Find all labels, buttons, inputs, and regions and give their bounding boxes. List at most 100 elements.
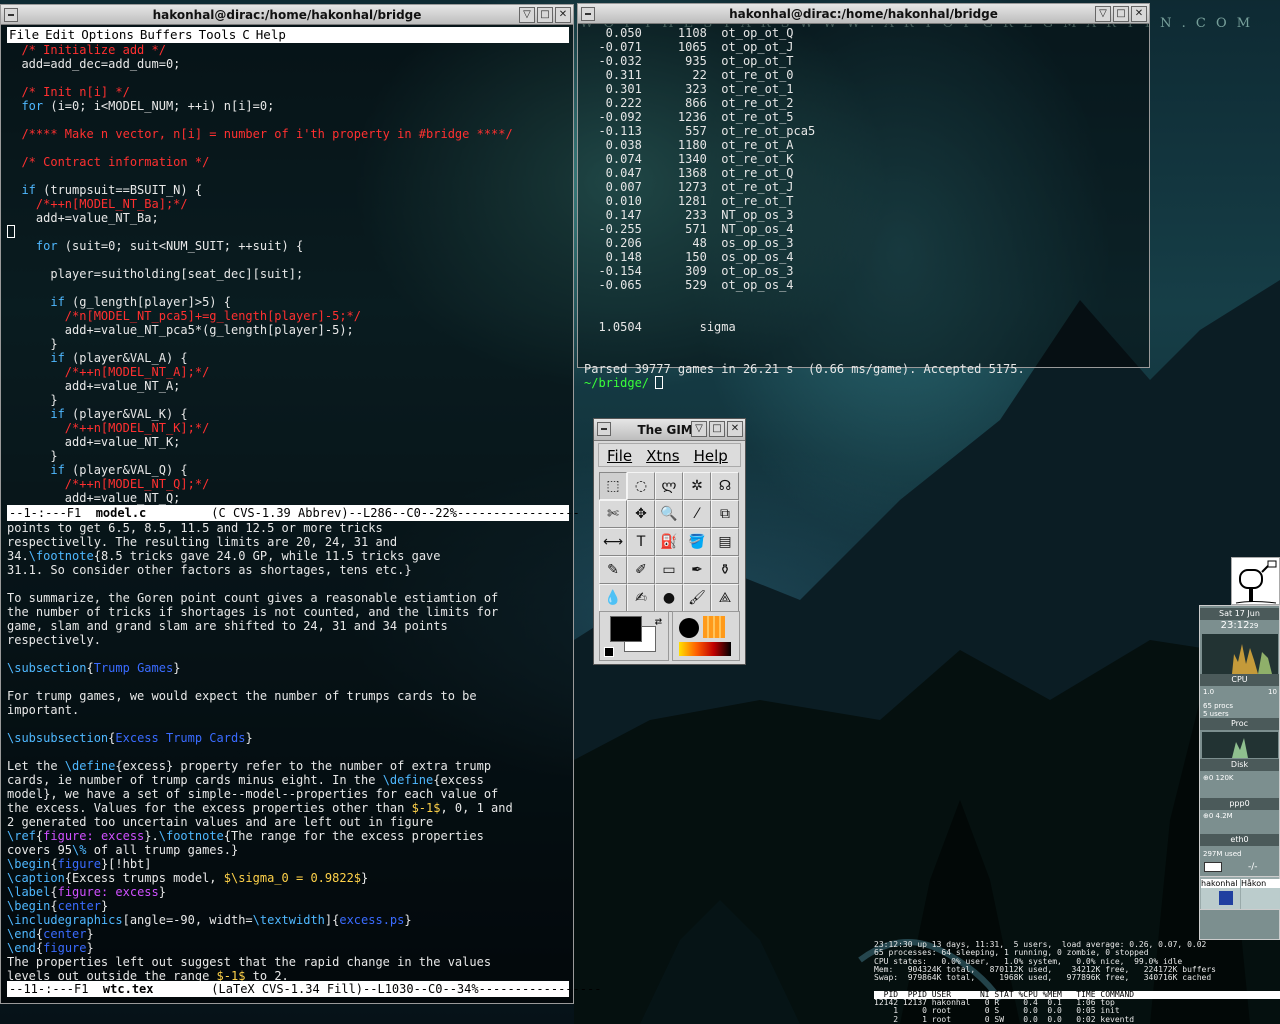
- gk-mem: 297M used: [1203, 850, 1242, 858]
- tex-buffer[interactable]: points to get 6.5, 8.5, 11.5 and 12.5 or…: [7, 521, 569, 981]
- tex-line: [7, 745, 569, 759]
- move-tool-icon[interactable]: ✥: [627, 500, 655, 528]
- menu-buffers[interactable]: Buffers: [140, 27, 193, 42]
- menu-c[interactable]: C: [242, 27, 250, 42]
- bucket-fill-tool-icon[interactable]: 🪣: [683, 528, 711, 556]
- tex-text: \begin: [7, 899, 51, 913]
- text-tool-icon[interactable]: T: [627, 528, 655, 556]
- gradient-preview[interactable]: [679, 642, 731, 656]
- foreground-color[interactable]: [610, 616, 642, 642]
- emacs-window-title: hakonhal@dirac:/home/hakonhal/bridge: [152, 8, 422, 22]
- code-buffer[interactable]: /* Initialize add */ add=add_dec=add_dum…: [7, 43, 569, 505]
- shade-button[interactable]: ▽: [519, 7, 535, 23]
- buffer-name[interactable]: wtc.tex: [103, 982, 154, 996]
- modeline-text: --11-:---F1: [9, 982, 103, 996]
- menu-options[interactable]: Options: [81, 27, 134, 42]
- dodge-burn-tool-icon[interactable]: ●: [655, 584, 683, 612]
- tex-line: 2 generated too uncertain values and are…: [7, 815, 569, 829]
- tex-text: of all trump games.}: [86, 843, 239, 857]
- ink-tool-icon[interactable]: ✍: [627, 584, 655, 612]
- window-menu-icon[interactable]: [581, 7, 595, 21]
- flip-tool-icon[interactable]: ⟷: [599, 528, 627, 556]
- crop-tool-icon[interactable]: ⁄: [683, 500, 711, 528]
- tex-text: \footnote: [158, 829, 224, 843]
- result-row: 0.007 1273 ot_re_ot_J: [584, 180, 794, 194]
- magnify-tool-icon[interactable]: 🔍: [655, 500, 683, 528]
- gk-mail-icon[interactable]: [1204, 862, 1222, 872]
- result-row: 0.047 1368 ot_re_ot_Q: [584, 166, 794, 180]
- pager-workspace-1[interactable]: hakonhal: [1201, 879, 1240, 909]
- code-text: (i=0; i<MODEL_NUM; ++i) n[i]=0;: [43, 99, 275, 113]
- code-line: if (trumpsuit==BSUIT_N) {: [7, 183, 569, 197]
- shell-prompt[interactable]: ~/bridge/: [584, 376, 1144, 390]
- maximize-button[interactable]: □: [709, 421, 725, 437]
- code-text: add+=value_NT_K;: [7, 435, 181, 449]
- tex-line: \ref{figure: excess}.\footnote{The range…: [7, 829, 569, 843]
- code-line: }: [7, 393, 569, 407]
- maximize-button[interactable]: □: [537, 7, 553, 23]
- smudge-tool-icon[interactable]: 🖌: [683, 584, 711, 612]
- tex-text: $-1$: [411, 801, 441, 815]
- window-menu-icon[interactable]: [4, 8, 18, 22]
- gimp-menu-file[interactable]: File: [607, 447, 632, 465]
- menu-edit[interactable]: Edit: [45, 27, 75, 42]
- shade-button[interactable]: ▽: [1095, 6, 1111, 22]
- terminal-output[interactable]: 0.050 1108 ot_op_ot_Q -0.071 1065 ot_op_…: [584, 26, 1144, 390]
- close-button[interactable]: ✕: [727, 421, 743, 437]
- menu-file[interactable]: File: [9, 27, 39, 42]
- result-row: -0.065 529 ot_op_os_4: [584, 278, 794, 292]
- modeline-text: (LaTeX CVS-1.34 Fill)--L1030--C0--34%---…: [153, 982, 602, 996]
- code-line: add+=value_NT_A;: [7, 379, 569, 393]
- code-line: add+=value_NT_K;: [7, 435, 569, 449]
- brush-pattern-gradient-area[interactable]: [672, 611, 740, 661]
- buffer-name[interactable]: model.c: [96, 506, 147, 520]
- code-text: add+=value_NT_pca5*(g_length[player]-5);: [7, 323, 354, 337]
- terminal-titlebar[interactable]: hakonhal@dirac:/home/hakonhal/bridge ▽ □…: [578, 4, 1149, 24]
- tex-text: For trump games, we would expect the num…: [7, 689, 477, 703]
- terminal-cursor: [655, 376, 664, 389]
- pager-workspace-2[interactable]: Håkon: [1241, 879, 1280, 909]
- bezier-select-tool-icon[interactable]: ☊: [711, 472, 739, 500]
- menu-help[interactable]: Help: [256, 27, 286, 42]
- color-swatch-area[interactable]: ⇄: [599, 611, 669, 661]
- ellipse-select-tool-icon[interactable]: ◌: [627, 472, 655, 500]
- mailbox-icon[interactable]: [1231, 557, 1280, 605]
- brush-preview[interactable]: [679, 618, 699, 638]
- emacs-menubar: File Edit Options Buffers Tools C Help: [7, 27, 569, 43]
- close-button[interactable]: ✕: [1131, 6, 1147, 22]
- transform-tool-icon[interactable]: ⧉: [711, 500, 739, 528]
- gimp-menu-xtns[interactable]: Xtns: [646, 447, 679, 465]
- top-process-monitor: 23:12:30 up 13 days, 11:31, 5 users, loa…: [874, 940, 1280, 1024]
- convolve-tool-icon[interactable]: 💧: [599, 584, 627, 612]
- airbrush-tool-icon[interactable]: ✒: [683, 556, 711, 584]
- fuzzy-select-tool-icon[interactable]: ✲: [683, 472, 711, 500]
- clone-tool-icon[interactable]: ⚱: [711, 556, 739, 584]
- gk-disk-value: ⊕0 120K: [1203, 774, 1234, 782]
- scissors-tool-icon[interactable]: ✄: [599, 500, 627, 528]
- close-button[interactable]: ✕: [555, 7, 571, 23]
- code-text: /* Init n[i] */: [7, 85, 130, 99]
- window-menu-icon[interactable]: [597, 422, 611, 436]
- maximize-button[interactable]: □: [1113, 6, 1129, 22]
- free-select-tool-icon[interactable]: ლ: [655, 472, 683, 500]
- swap-colors-icon[interactable]: ⇄: [655, 614, 662, 628]
- gimp-titlebar[interactable]: The GIMP ▽ □ ✕: [594, 419, 745, 441]
- menu-tools[interactable]: Tools: [199, 27, 237, 42]
- tex-text: }: [404, 913, 412, 927]
- shade-button[interactable]: ▽: [691, 421, 707, 437]
- blend-tool-icon[interactable]: ▤: [711, 528, 739, 556]
- paintbrush-tool-icon[interactable]: ✐: [627, 556, 655, 584]
- measure-tool-icon[interactable]: ⟁: [711, 584, 739, 612]
- pattern-preview[interactable]: [703, 616, 725, 638]
- default-colors-icon[interactable]: [604, 647, 614, 657]
- color-picker-tool-icon[interactable]: ⛽: [655, 528, 683, 556]
- eraser-tool-icon[interactable]: ▭: [655, 556, 683, 584]
- gk-ppp-label: ppp0: [1200, 798, 1279, 810]
- pencil-tool-icon[interactable]: ✎: [599, 556, 627, 584]
- tex-text: \textwidth: [252, 913, 325, 927]
- rect-select-tool-icon[interactable]: ⬚: [599, 472, 627, 500]
- gimp-menu-help[interactable]: Help: [694, 447, 728, 465]
- emacs-titlebar[interactable]: hakonhal@dirac:/home/hakonhal/bridge ▽ □…: [1, 5, 573, 25]
- pager-window-thumb: [1219, 891, 1233, 905]
